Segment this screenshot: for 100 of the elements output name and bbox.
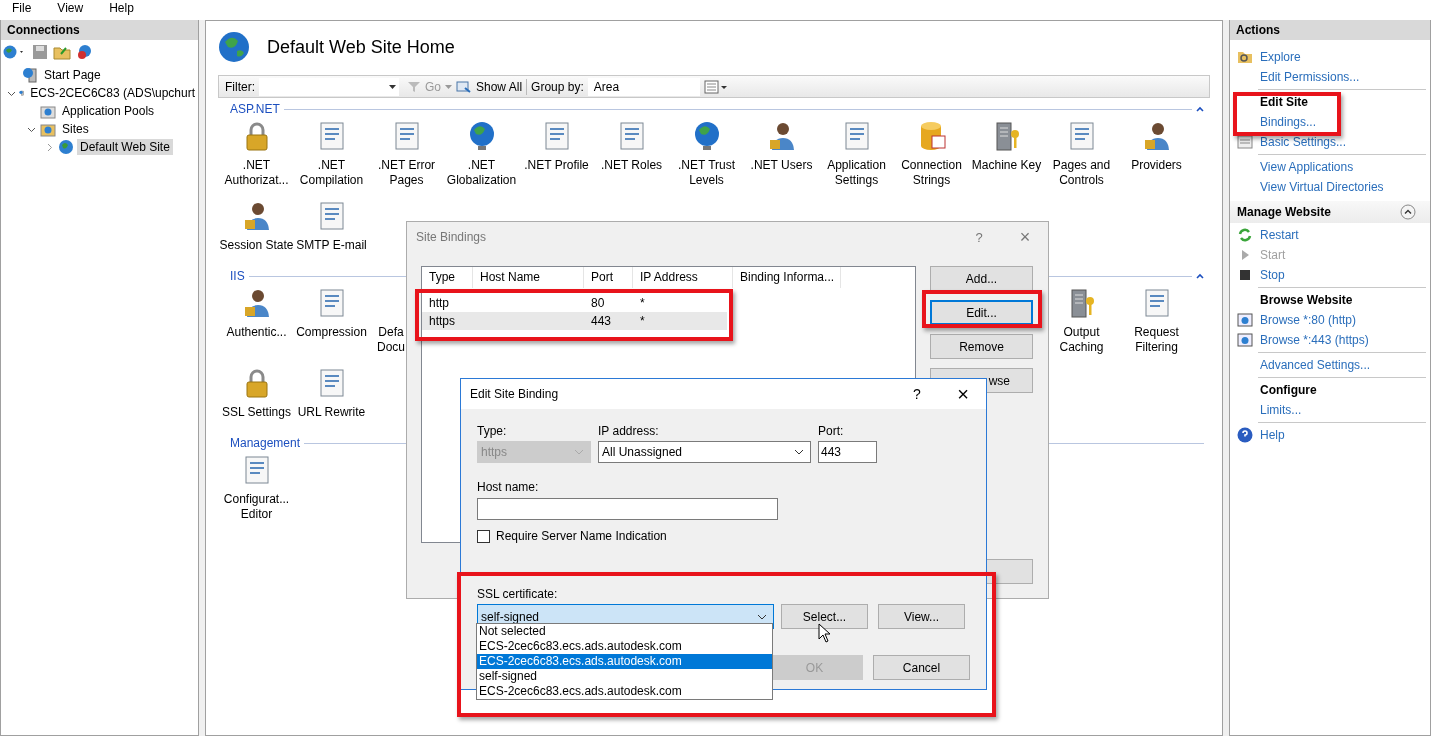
group-by-dropdown[interactable]: Area: [587, 77, 700, 96]
show-all-button[interactable]: Show All: [476, 79, 523, 94]
feature-label[interactable]: Machine Key: [971, 158, 1042, 173]
select-button[interactable]: Select...: [781, 604, 868, 629]
action-link[interactable]: Advanced Settings...: [1260, 358, 1371, 372]
help-button[interactable]: ?: [956, 229, 1002, 245]
feature-label[interactable]: Providers: [1131, 158, 1182, 173]
dialog-button[interactable]: Remove: [930, 334, 1033, 359]
close-button[interactable]: ×: [940, 382, 986, 406]
dropdown-option[interactable]: ECS-2cec6c83.ecs.ads.autodesk.com: [477, 654, 772, 669]
tree-item[interactable]: Application Pools: [59, 103, 158, 119]
show-all-icon: [456, 79, 472, 94]
cancel-button[interactable]: Cancel: [873, 655, 970, 680]
feature-label[interactable]: Compression: [296, 325, 367, 340]
feature-label[interactable]: Application Settings: [827, 158, 886, 188]
browser-icon: [1237, 312, 1253, 328]
table-cell: https: [429, 314, 455, 328]
action-link[interactable]: Help: [1260, 428, 1285, 442]
column-header[interactable]: Host Name: [473, 267, 584, 288]
host-field[interactable]: [477, 498, 778, 520]
column-header[interactable]: Type: [422, 267, 473, 288]
host-label: Host name:: [477, 480, 540, 494]
globe-icon: [218, 31, 250, 63]
tree-item[interactable]: Start Page: [41, 67, 104, 83]
dialog-button[interactable]: Add...: [930, 266, 1033, 291]
column-header[interactable]: Binding Informa...: [733, 267, 841, 288]
save-icon[interactable]: [32, 44, 48, 60]
chevron-down-icon: [574, 449, 584, 455]
page-title: Default Web Site Home: [267, 36, 455, 58]
action-link[interactable]: Limits...: [1260, 403, 1302, 417]
dialog-button[interactable]: Edit...: [930, 300, 1033, 325]
action-heading: Edit Site: [1260, 95, 1308, 109]
feature-label[interactable]: Authentic...: [226, 325, 287, 340]
help-icon: [1237, 427, 1253, 443]
ip-dropdown[interactable]: All Unassigned: [598, 441, 811, 463]
feature-label[interactable]: Configurat... Editor: [223, 492, 290, 522]
tree-item[interactable]: ECS-2CEC6C83 (ADS\upchurt: [27, 85, 198, 101]
feature-label[interactable]: .NET Users: [750, 158, 813, 173]
feature-label[interactable]: .NET Globalization: [446, 158, 517, 188]
caret-icon: [445, 84, 452, 89]
action-link[interactable]: Bindings...: [1260, 115, 1317, 129]
menu-item[interactable]: Help: [109, 2, 134, 14]
action-link[interactable]: Explore: [1260, 50, 1301, 64]
funnel-icon: [407, 79, 421, 94]
view-icon[interactable]: [703, 78, 728, 95]
binding-row[interactable]: http 80 *: [422, 294, 727, 312]
table-cell: http: [429, 296, 449, 310]
port-field[interactable]: 443: [818, 441, 877, 463]
dropdown-option[interactable]: ECS-2cec6c83.ecs.ads.autodesk.com: [477, 684, 772, 699]
feature-label[interactable]: .NET Profile: [524, 158, 589, 173]
feature-label[interactable]: SMTP E-mail: [296, 238, 367, 253]
feature-label[interactable]: Output Caching: [1059, 325, 1104, 355]
ip-label: IP address:: [598, 424, 660, 438]
binding-row[interactable]: https 443 *: [422, 312, 727, 330]
folder-icon[interactable]: [53, 44, 71, 60]
checkbox-label[interactable]: Require Server Name Indication: [496, 529, 667, 543]
document-icon: [1237, 134, 1253, 150]
view-button[interactable]: View...: [878, 604, 965, 629]
feature-label[interactable]: .NET Roles: [600, 158, 663, 173]
feature-label[interactable]: .NET Trust Levels: [677, 158, 736, 188]
feature-label[interactable]: Request Filtering: [1134, 325, 1179, 355]
tree-item[interactable]: Sites: [59, 121, 92, 137]
collapse-icon[interactable]: [1196, 106, 1204, 112]
group-header: ASP.NET: [229, 102, 280, 116]
feature-label[interactable]: Defa Docu: [377, 325, 405, 355]
action-link[interactable]: Basic Settings...: [1260, 135, 1347, 149]
section-title: Manage Website: [1237, 205, 1331, 219]
globe-icon: [58, 139, 74, 155]
dropdown-option[interactable]: ECS-2cec6c83.ecs.ads.autodesk.com: [477, 639, 772, 654]
menu-item[interactable]: View: [57, 2, 84, 14]
action-link[interactable]: View Applications: [1260, 160, 1354, 174]
action-link[interactable]: View Virtual Directories: [1260, 180, 1384, 194]
column-header[interactable]: IP Address: [633, 267, 733, 288]
table-cell: *: [640, 296, 645, 310]
action-link[interactable]: Edit Permissions...: [1260, 70, 1360, 84]
menu-item[interactable]: File: [12, 2, 32, 14]
feature-label[interactable]: .NET Error Pages: [377, 158, 436, 188]
feature-label[interactable]: Pages and Controls: [1052, 158, 1111, 188]
checkbox[interactable]: [477, 529, 490, 543]
feature-label[interactable]: Session State: [219, 238, 294, 253]
filter-field[interactable]: [259, 77, 399, 96]
browser-icon: [1237, 332, 1253, 348]
table-cell: 80: [591, 296, 605, 310]
action-link[interactable]: Restart: [1260, 228, 1299, 242]
action-link[interactable]: Browse *:443 (https): [1260, 333, 1369, 347]
table-cell: *: [640, 314, 645, 328]
feature-label[interactable]: SSL Settings: [222, 405, 291, 420]
collapse-icon[interactable]: [1196, 273, 1204, 279]
collapse-icon[interactable]: [1400, 204, 1416, 220]
feature-label[interactable]: URL Rewrite: [297, 405, 366, 420]
action-link[interactable]: Browse *:80 (http): [1260, 313, 1357, 327]
tree-item[interactable]: Default Web Site: [77, 139, 173, 155]
action-link[interactable]: Stop: [1260, 268, 1285, 282]
feature-label[interactable]: .NET Compilation: [299, 158, 364, 188]
column-header[interactable]: Port: [584, 267, 633, 288]
feature-label[interactable]: Connection Strings: [901, 158, 962, 188]
panel-header: Actions: [1230, 20, 1430, 40]
feature-label[interactable]: .NET Authorizat...: [224, 158, 289, 188]
help-button[interactable]: ?: [894, 386, 940, 402]
close-button[interactable]: ×: [1002, 226, 1048, 248]
